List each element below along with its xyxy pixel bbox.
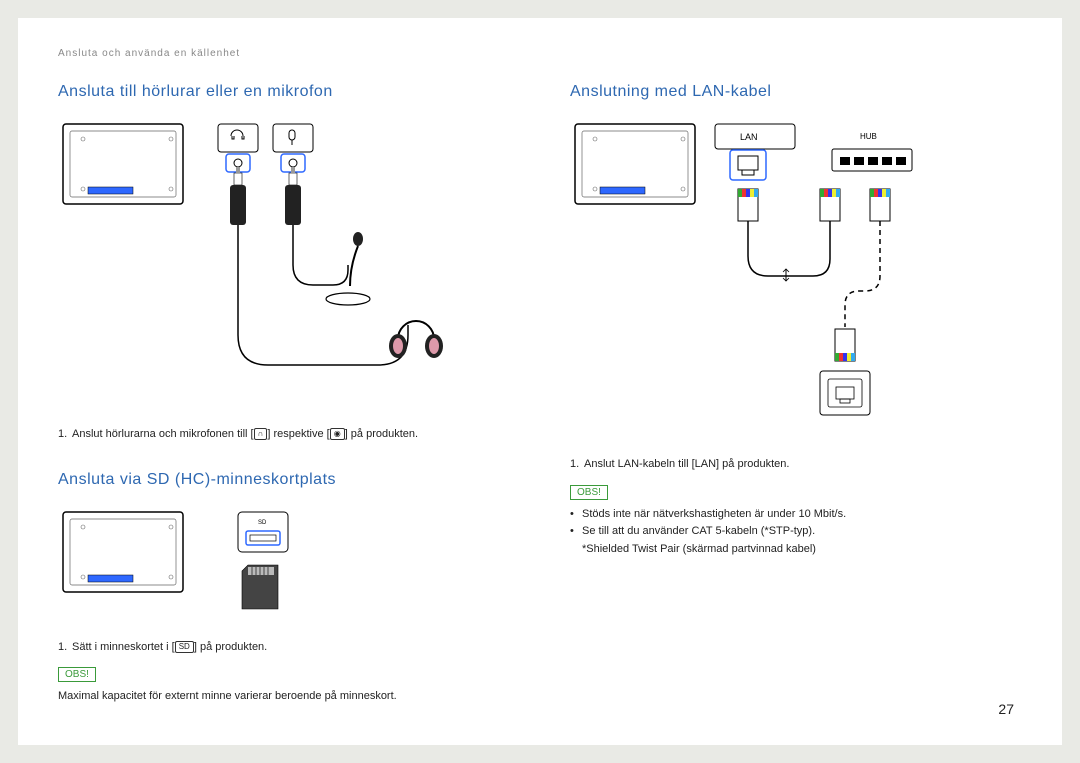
lan-notes: Stöds inte när nätverkshastigheten är un… xyxy=(570,506,1022,559)
headphone-icon: ∩ xyxy=(254,428,268,440)
headphones-icon xyxy=(389,321,443,358)
sd-icon: SD xyxy=(175,641,194,653)
headphones-diagram xyxy=(58,119,510,414)
hub-label: HUB xyxy=(860,132,877,141)
content-columns: Ansluta till hörlurar eller en mikrofon xyxy=(58,83,1022,706)
headphones-step: 1. Anslut hörlurarna och mikrofonen till… xyxy=(58,426,510,443)
lan-port-label: LAN xyxy=(740,132,758,142)
manual-page: Ansluta och använda en källenhet Ansluta… xyxy=(18,18,1062,745)
sd-heading: Ansluta via SD (HC)-minneskortplats xyxy=(58,471,510,489)
breadcrumb: Ansluta och använda en källenhet xyxy=(58,48,1022,59)
lan-diagram: LAN HUB xyxy=(570,119,1022,444)
mic-icon: ◉ xyxy=(330,428,345,440)
lan-step: 1. Anslut LAN-kabeln till [LAN] på produ… xyxy=(570,456,1022,473)
rj45-connector-1 xyxy=(738,189,758,221)
mic-port-icon xyxy=(273,124,313,172)
lan-note-1: Stöds inte när nätverkshastigheten är un… xyxy=(570,506,1022,524)
obs-label-lan: OBS! xyxy=(570,485,608,500)
headphones-heading: Ansluta till hörlurar eller en mikrofon xyxy=(58,83,510,101)
left-column: Ansluta till hörlurar eller en mikrofon xyxy=(58,83,510,706)
rj45-connector-4 xyxy=(835,329,855,361)
page-number: 27 xyxy=(998,701,1014,717)
right-column: Anslutning med LAN-kabel LAN xyxy=(570,83,1022,706)
obs-label-sd: OBS! xyxy=(58,667,96,682)
svg-text:SD: SD xyxy=(258,520,267,526)
lan-note-2: Se till att du använder CAT 5-kabeln (*S… xyxy=(570,523,1022,558)
rj45-connector-3 xyxy=(870,189,890,221)
sd-step: 1. Sätt i minneskortet i [SD] på produkt… xyxy=(58,639,510,656)
sd-note: Maximal kapacitet för externt minne vari… xyxy=(58,688,510,706)
rj45-connector-2 xyxy=(820,189,840,221)
headphone-port-icon xyxy=(218,124,258,172)
sd-diagram: SD xyxy=(58,507,510,627)
lan-heading: Anslutning med LAN-kabel xyxy=(570,83,1022,101)
